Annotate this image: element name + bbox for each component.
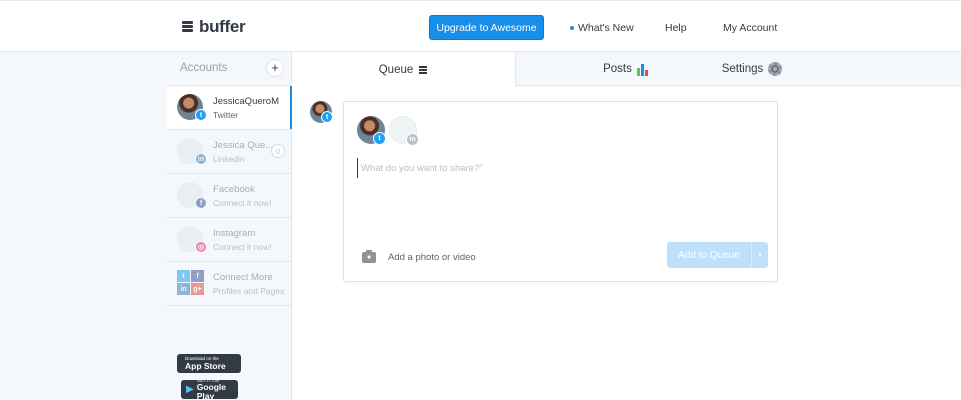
content-tabs: Queue Posts Settings [292,52,961,87]
twitter-icon: t [373,132,386,145]
account-network: Twitter [213,110,239,120]
instagram-icon: ◎ [195,241,207,253]
buffer-layers-icon [182,21,193,33]
app-store-badge[interactable]: Download on the App Store [177,354,241,373]
play-icon: ▶ [186,384,194,395]
twitter-icon: t [195,109,207,121]
tab-posts-label: Posts [603,63,632,75]
accounts-sidebar: Accounts + t JessicaQueroM Twitter in Je… [0,52,292,400]
app-store-big: App Store [185,360,226,371]
logo-text: buffer [199,17,246,36]
account-name: Connect More [213,272,273,283]
google-play-big: Google Play [196,382,226,400]
account-network: Linkedin [213,154,245,164]
account-item-connect-more[interactable]: t f in g+ Connect More Profiles and Pages [166,262,292,305]
add-account-button[interactable]: + [266,59,284,77]
notification-dot-icon [570,26,574,30]
connect-prompt: Profiles and Pages [213,286,285,296]
linkedin-icon: in [406,133,419,146]
layers-icon [418,65,428,75]
bar-chart-icon [636,63,651,76]
tab-queue-label: Queue [378,63,414,76]
add-to-queue-button[interactable]: Add to Queue ▾ [667,242,768,268]
account-item-twitter[interactable]: t JessicaQueroM Twitter [166,86,292,129]
whats-new-label: What's New [578,22,634,34]
camera-icon[interactable] [362,250,376,263]
tab-queue[interactable]: Queue [292,52,516,87]
add-to-queue-label: Add to Queue [667,242,752,268]
selected-profile-twitter[interactable]: t [357,116,386,145]
account-item-facebook[interactable]: f Facebook Connect it now! [166,174,292,217]
post-composer: t in Add a photo or video Add to Queue ▾ [343,101,778,282]
queue-count-badge: 0 [271,144,285,158]
account-name: JessicaQueroM [213,96,279,107]
upgrade-button[interactable]: Upgrade to Awesome [429,15,544,40]
top-navigation-bar: buffer Upgrade to Awesome What's New Hel… [0,0,961,52]
accounts-heading: Accounts [180,62,228,74]
add-media-link[interactable]: Add a photo or video [388,252,476,263]
buffer-logo[interactable]: buffer [182,17,246,37]
account-item-instagram[interactable]: ◎ Instagram Connect it now! [166,218,292,261]
linkedin-icon: in [195,153,207,165]
connect-prompt: Connect it now! [213,242,272,252]
share-text-input[interactable] [357,158,757,178]
whats-new-link[interactable]: What's New [570,22,634,34]
current-profile-avatar: t [310,101,333,123]
account-name: Instagram [213,228,256,239]
facebook-icon: f [195,197,207,209]
help-link[interactable]: Help [665,22,687,34]
google-play-badge[interactable]: ▶ GET IT ON Google Play [181,378,238,400]
my-account-link[interactable]: My Account [723,22,777,34]
tab-settings-label: Settings [721,63,764,75]
account-name: Jessica Que... [213,140,274,151]
account-name: Facebook [213,184,255,195]
chevron-down-icon[interactable]: ▾ [752,242,768,268]
multi-network-icon: t f in g+ [177,270,204,296]
gear-icon [768,62,783,76]
twitter-icon: t [321,111,333,123]
account-item-linkedin[interactable]: in Jessica Que... Linkedin 0 [166,130,292,173]
connect-prompt: Connect it now! [213,198,272,208]
divider [166,305,292,306]
selected-profile-linkedin[interactable]: in [389,116,419,146]
tab-settings[interactable]: Settings [672,52,832,86]
